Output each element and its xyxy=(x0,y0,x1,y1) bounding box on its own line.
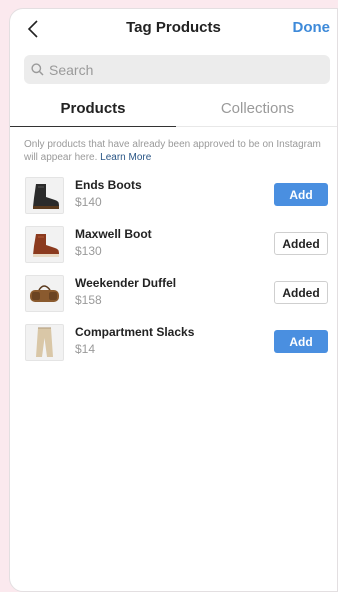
tab-products[interactable]: Products xyxy=(10,95,176,127)
added-button[interactable]: Added xyxy=(274,281,328,304)
approval-notice: Only products that have already been app… xyxy=(24,138,329,164)
product-name: Ends Boots xyxy=(75,178,142,192)
phone-screen: Tag Products Done Products Collections O… xyxy=(9,8,338,592)
product-row: Compartment Slacks $14 Add xyxy=(10,324,337,373)
add-button[interactable]: Add xyxy=(274,183,328,206)
tab-collections-label: Collections xyxy=(220,100,295,117)
product-row: Ends Boots $140 Add xyxy=(10,177,337,226)
product-row: Maxwell Boot $130 Added xyxy=(10,226,337,275)
product-thumbnail xyxy=(25,177,64,214)
product-price: $158 xyxy=(75,293,102,307)
boot-icon xyxy=(33,184,59,209)
added-button[interactable]: Added xyxy=(274,232,328,255)
product-thumbnail xyxy=(25,275,64,312)
duffel-bag-icon xyxy=(30,285,59,302)
boot-icon xyxy=(33,234,59,257)
product-row: Weekender Duffel $158 Added xyxy=(10,275,337,324)
product-name: Weekender Duffel xyxy=(75,276,177,290)
tab-collections[interactable]: Collections xyxy=(176,95,337,127)
search-input[interactable] xyxy=(49,61,309,78)
learn-more-link[interactable]: Learn More xyxy=(100,152,151,163)
search-icon xyxy=(31,63,44,76)
product-price: $140 xyxy=(75,195,102,209)
product-list: Ends Boots $140 Add Maxwell Boot $130 Ad… xyxy=(10,177,337,373)
add-button[interactable]: Add xyxy=(274,330,328,353)
search-bar[interactable] xyxy=(24,55,330,84)
pants-icon xyxy=(36,327,53,357)
navbar: Tag Products Done xyxy=(10,9,337,49)
product-price: $14 xyxy=(75,342,96,356)
tab-bar: Products Collections xyxy=(10,95,337,127)
product-name: Compartment Slacks xyxy=(75,325,195,339)
product-price: $130 xyxy=(75,244,102,258)
product-thumbnail xyxy=(25,324,64,361)
tab-products-label: Products xyxy=(60,100,126,117)
product-thumbnail xyxy=(25,226,64,263)
notice-text: Only products that have already been app… xyxy=(24,139,321,163)
done-button[interactable]: Done xyxy=(293,19,331,36)
product-name: Maxwell Boot xyxy=(75,227,152,241)
page-title: Tag Products xyxy=(126,19,221,36)
